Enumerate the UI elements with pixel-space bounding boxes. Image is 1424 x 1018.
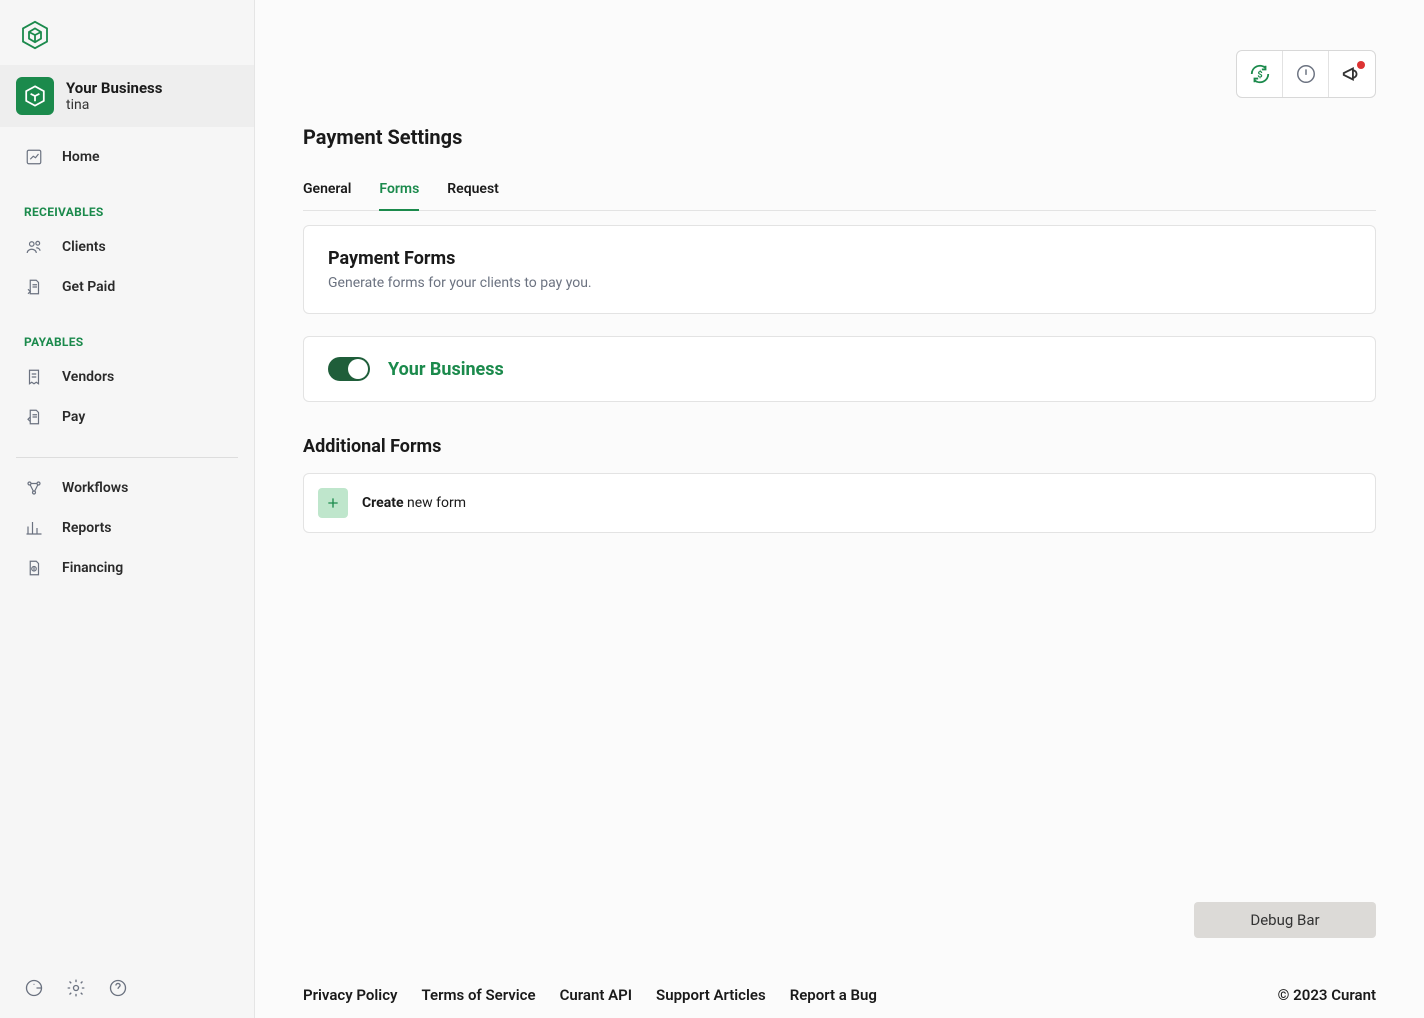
nav-vendors[interactable]: Vendors xyxy=(0,357,254,397)
notification-dot xyxy=(1357,61,1365,69)
page-title: Payment Settings xyxy=(303,125,1376,149)
bar-chart-icon xyxy=(24,518,44,538)
nav-get-paid-label: Get Paid xyxy=(62,279,115,295)
nav-get-paid[interactable]: Get Paid xyxy=(0,267,254,307)
default-form-toggle[interactable] xyxy=(328,357,370,381)
footer-copyright: © 2023 Curant xyxy=(1278,986,1376,1004)
svg-text:$: $ xyxy=(1257,70,1262,81)
footer-link-bug[interactable]: Report a Bug xyxy=(790,986,877,1004)
nav-clients[interactable]: Clients xyxy=(0,227,254,267)
help-button[interactable] xyxy=(108,978,128,1002)
invoice-out-icon xyxy=(24,407,44,427)
create-form-button[interactable]: Create new form xyxy=(303,473,1376,533)
alert-button[interactable] xyxy=(1283,51,1329,97)
nav-workflows-label: Workflows xyxy=(62,480,128,496)
invoice-in-icon xyxy=(24,277,44,297)
create-form-label: Create new form xyxy=(362,495,466,511)
footer-link-support[interactable]: Support Articles xyxy=(656,986,766,1004)
payment-forms-subtitle: Generate forms for your clients to pay y… xyxy=(328,275,1351,291)
footer-link-terms[interactable]: Terms of Service xyxy=(421,986,535,1004)
topbar: $ xyxy=(1236,50,1376,98)
announcements-button[interactable] xyxy=(1329,51,1375,97)
tabs: General Forms Request xyxy=(303,173,1376,211)
nav-financing[interactable]: Financing xyxy=(0,548,254,588)
footer: Privacy Policy Terms of Service Curant A… xyxy=(303,972,1376,1004)
sidebar: Your Business tina Home RECEIVABLES Clie… xyxy=(0,0,255,1018)
tab-request[interactable]: Request xyxy=(447,173,499,210)
tab-general[interactable]: General xyxy=(303,173,351,210)
users-icon xyxy=(24,237,44,257)
nav-vendors-label: Vendors xyxy=(62,369,114,385)
additional-forms-title: Additional Forms xyxy=(303,436,1376,457)
tab-forms[interactable]: Forms xyxy=(379,173,419,211)
nav-pay-label: Pay xyxy=(62,409,85,425)
nav-clients-label: Clients xyxy=(62,239,106,255)
nav-home-label: Home xyxy=(62,149,100,165)
line-chart-icon xyxy=(24,147,44,167)
currency-refresh-button[interactable]: $ xyxy=(1237,51,1283,97)
payment-forms-card: Payment Forms Generate forms for your cl… xyxy=(303,225,1376,314)
financing-icon xyxy=(24,558,44,578)
footer-link-privacy[interactable]: Privacy Policy xyxy=(303,986,397,1004)
nav-financing-label: Financing xyxy=(62,560,123,576)
default-form-row[interactable]: Your Business xyxy=(303,336,1376,402)
business-switcher[interactable]: Your Business tina xyxy=(0,65,254,127)
nav-reports-label: Reports xyxy=(62,520,112,536)
business-user: tina xyxy=(66,97,162,113)
business-name: Your Business xyxy=(66,79,162,97)
debug-bar-button[interactable]: Debug Bar xyxy=(1194,902,1376,938)
plus-icon xyxy=(318,488,348,518)
nav-home[interactable]: Home xyxy=(0,137,254,177)
logout-button[interactable] xyxy=(24,978,44,1002)
main: $ Payment Settings General Forms Request… xyxy=(255,0,1424,1018)
footer-link-api[interactable]: Curant API xyxy=(560,986,632,1004)
business-avatar xyxy=(16,77,54,115)
workflow-icon xyxy=(24,478,44,498)
section-payables: PAYABLES xyxy=(0,317,254,357)
receipt-icon xyxy=(24,367,44,387)
nav-reports[interactable]: Reports xyxy=(0,508,254,548)
nav-pay[interactable]: Pay xyxy=(0,397,254,437)
default-form-label: Your Business xyxy=(388,359,504,380)
payment-forms-title: Payment Forms xyxy=(328,248,1351,269)
settings-button[interactable] xyxy=(66,978,86,1002)
section-receivables: RECEIVABLES xyxy=(0,187,254,227)
nav-workflows[interactable]: Workflows xyxy=(0,468,254,508)
brand-logo[interactable] xyxy=(0,0,254,65)
